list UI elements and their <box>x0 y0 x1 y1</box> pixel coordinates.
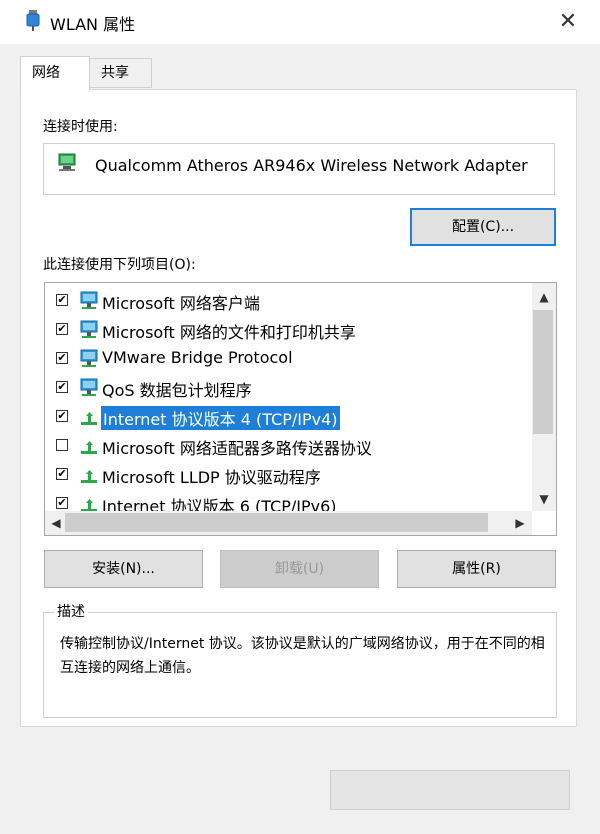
horizontal-scroll-thumb[interactable] <box>65 513 488 532</box>
window-title: WLAN 属性 <box>50 15 136 34</box>
checked-checkbox[interactable]: ✔ <box>56 323 68 335</box>
network-adapter-icon <box>57 153 79 173</box>
description-text: 传输控制协议/Internet 协议。该协议是默认的广域网络协议，用于在不同的相… <box>60 636 545 676</box>
ok-button[interactable] <box>330 770 570 810</box>
components-list[interactable]: ✔ Microsoft 网络客户端 ✔ Microsoft 网络的文件和打印机共享 ✔ V… <box>44 282 557 536</box>
unchecked-checkbox[interactable] <box>56 439 68 451</box>
network-client-icon <box>78 349 100 369</box>
list-item[interactable]: ✔ VMware Bridge Protocol <box>45 344 533 373</box>
items-label: 此连接使用下列项目(O): <box>43 257 196 273</box>
tab-network[interactable]: 网络 <box>20 56 90 90</box>
close-button[interactable]: ✕ <box>552 6 584 38</box>
adapter-name: Qualcomm Atheros AR946x Wireless Network… <box>95 156 528 175</box>
checked-checkbox[interactable]: ✔ <box>56 468 68 480</box>
protocol-icon <box>78 407 100 427</box>
list-item[interactable]: ✔ Microsoft 网络的文件和打印机共享 <box>45 315 533 344</box>
scroll-left-icon[interactable]: ◀ <box>46 516 66 530</box>
list-item-label: Microsoft 网络客户端 <box>102 294 260 313</box>
list-item[interactable]: ✔ Internet 协议版本 4 (TCP/IPv4) <box>45 402 533 431</box>
checked-checkbox[interactable]: ✔ <box>56 497 68 509</box>
list-item[interactable]: ✔ Microsoft LLDP 协议驱动程序 <box>45 460 533 489</box>
configure-button[interactable]: 配置(C)... <box>410 208 556 246</box>
scroll-right-icon[interactable]: ▶ <box>510 516 530 530</box>
list-item[interactable]: ✔ QoS 数据包计划程序 <box>45 373 533 402</box>
network-client-icon <box>78 320 100 340</box>
list-item-label: Microsoft 网络适配器多路传送器协议 <box>102 439 372 458</box>
wlan-adapter-icon <box>26 10 40 32</box>
protocol-icon <box>78 465 100 485</box>
scroll-down-icon[interactable]: ▼ <box>534 492 554 506</box>
list-item[interactable]: ✔ Microsoft 网络客户端 <box>45 286 533 315</box>
tab-sharing[interactable]: 共享 <box>89 58 152 88</box>
uninstall-button[interactable]: 卸载(U) <box>220 550 379 588</box>
properties-button[interactable]: 属性(R) <box>397 550 556 588</box>
network-client-icon <box>78 291 100 311</box>
description-title: 描述 <box>54 601 88 621</box>
vertical-scroll-thumb[interactable] <box>533 310 553 434</box>
checked-checkbox[interactable]: ✔ <box>56 410 68 422</box>
list-item-label: Microsoft 网络的文件和打印机共享 <box>102 323 356 342</box>
connect-using-label: 连接时使用: <box>43 119 118 135</box>
checked-checkbox[interactable]: ✔ <box>56 381 68 393</box>
list-item-label: Microsoft LLDP 协议驱动程序 <box>102 468 321 487</box>
checked-checkbox[interactable]: ✔ <box>56 352 68 364</box>
list-item[interactable]: Microsoft 网络适配器多路传送器协议 <box>45 431 533 460</box>
list-item-label: QoS 数据包计划程序 <box>102 381 252 400</box>
network-client-icon <box>78 378 100 398</box>
checked-checkbox[interactable]: ✔ <box>56 294 68 306</box>
install-button[interactable]: 安装(N)... <box>44 550 203 588</box>
list-item-label: VMware Bridge Protocol <box>102 348 293 367</box>
scroll-up-icon[interactable]: ▲ <box>534 290 554 304</box>
list-item-label: Internet 协议版本 4 (TCP/IPv4) <box>101 406 340 430</box>
protocol-icon <box>78 436 100 456</box>
